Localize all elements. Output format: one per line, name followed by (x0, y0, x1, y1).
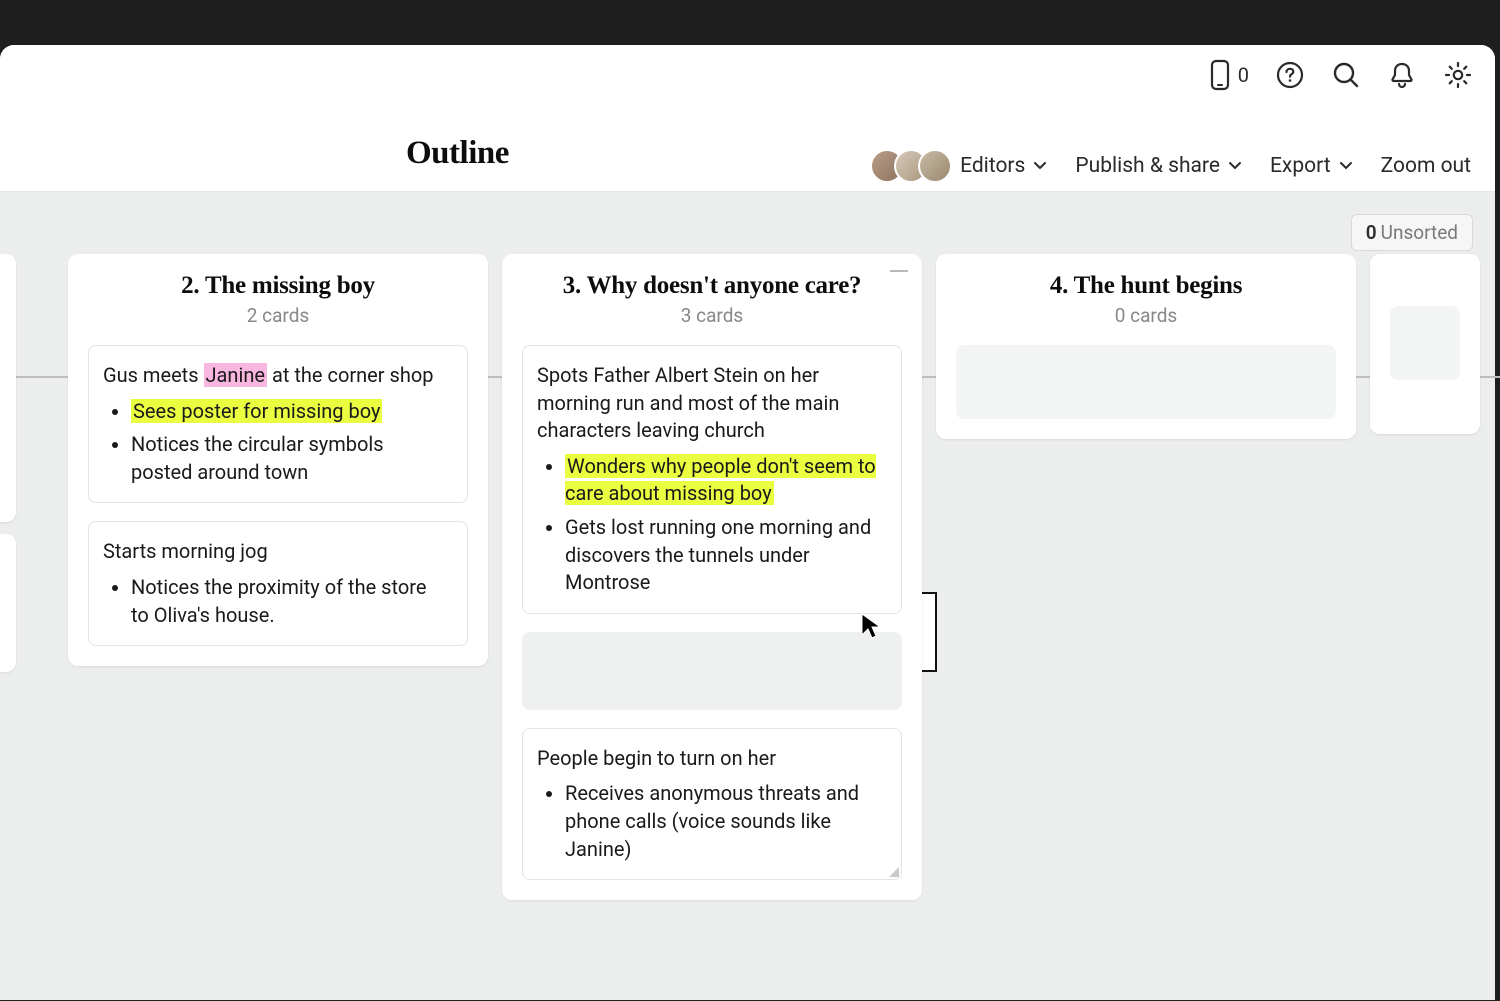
page-title: Outline (406, 135, 509, 172)
column-why-doesnt-anyone-care[interactable]: 3. Why doesn't anyone care? 3 cards Spot… (502, 254, 922, 900)
publish-label: Publish & share (1075, 154, 1220, 178)
card-bullets: Sees poster for missing boy Notices the … (103, 398, 449, 487)
card-bullets: Wonders why people don't seem to care ab… (537, 453, 883, 597)
collapse-icon[interactable] (890, 270, 908, 272)
highlight-pink: Janine (204, 363, 267, 387)
card-text: Gus meets Janine at the corner shop (103, 363, 433, 387)
column-header: 2. The missing boy 2 cards (78, 272, 478, 327)
column-title: 3. Why doesn't anyone care? (512, 272, 912, 300)
export-label: Export (1270, 154, 1331, 178)
highlight-yellow: Wonders why people don't seem to care ab… (565, 454, 876, 506)
column-partial[interactable] (0, 254, 16, 522)
help-icon[interactable] (1275, 60, 1305, 90)
card-bullets: Notices the proximity of the store to Ol… (103, 574, 449, 629)
card[interactable]: Gus meets Janine at the corner shop Sees… (88, 345, 468, 503)
export-menu[interactable]: Export (1270, 154, 1353, 178)
column-title: 4. The hunt begins (946, 272, 1346, 300)
card-bullets: Receives anonymous threats and phone cal… (537, 780, 883, 863)
bullet: Receives anonymous threats and phone cal… (565, 780, 883, 863)
column-header: 3. Why doesn't anyone care? 3 cards (512, 272, 912, 327)
column-missing-boy[interactable]: 2. The missing boy 2 cards Gus meets Jan… (68, 254, 488, 666)
column-card-count: 3 cards (512, 304, 912, 327)
column-card-count: 2 cards (78, 304, 478, 327)
bullet: Sees poster for missing boy (131, 398, 449, 426)
search-icon[interactable] (1331, 60, 1361, 90)
chevron-down-icon (1339, 161, 1353, 171)
app-window: 0 (0, 45, 1495, 1000)
gear-icon[interactable] (1443, 60, 1473, 90)
unsorted-pill[interactable]: 0Unsorted (1351, 214, 1473, 251)
unsorted-label: Unsorted (1381, 221, 1458, 244)
zoom-out-button[interactable]: Zoom out (1381, 154, 1471, 178)
canvas[interactable]: 0Unsorted 2. The missing boy 2 cards Gus… (0, 192, 1495, 1001)
bell-icon[interactable] (1387, 60, 1417, 90)
empty-card-slot[interactable] (1390, 306, 1460, 380)
publish-menu[interactable]: Publish & share (1075, 154, 1242, 178)
bullet: Notices the circular symbols posted arou… (131, 431, 449, 486)
column-partial[interactable] (1370, 254, 1480, 434)
phone-icon (1208, 59, 1232, 91)
topbar: 0 (0, 45, 1495, 192)
card[interactable]: Starts morning jog Notices the proximity… (88, 521, 468, 646)
editors-menu[interactable]: Editors (880, 149, 1047, 183)
empty-card-slot[interactable] (956, 345, 1336, 419)
card-text: Spots Father Albert Stein on her morning… (537, 363, 839, 442)
bullet: Gets lost running one morning and discov… (565, 514, 883, 597)
column-header: 4. The hunt begins 0 cards (946, 272, 1346, 327)
card-text: Starts morning jog (103, 539, 268, 563)
highlight-yellow: Sees poster for missing boy (131, 399, 382, 423)
unsorted-count: 0 (1366, 221, 1377, 244)
chevron-down-icon (1033, 161, 1047, 171)
bullet: Notices the proximity of the store to Ol… (131, 574, 449, 629)
card[interactable]: Spots Father Albert Stein on her morning… (522, 345, 902, 614)
phone-count: 0 (1238, 63, 1249, 87)
column-partial[interactable] (0, 534, 16, 672)
card[interactable]: People begin to turn on her Receives ano… (522, 728, 902, 880)
editors-label: Editors (960, 154, 1025, 178)
avatar (918, 149, 952, 183)
card-drop-placeholder (522, 632, 902, 710)
column-title: 2. The missing boy (78, 272, 478, 300)
column-card-count: 0 cards (946, 304, 1346, 327)
phone-indicator[interactable]: 0 (1208, 59, 1249, 91)
zoomout-label: Zoom out (1381, 154, 1471, 178)
column-hunt-begins[interactable]: 4. The hunt begins 0 cards (936, 254, 1356, 439)
utility-row: 0 (1208, 59, 1473, 91)
topbar-menu: Editors Publish & share Export Zoom out (880, 149, 1471, 183)
chevron-down-icon (1228, 161, 1242, 171)
bullet: Wonders why people don't seem to care ab… (565, 453, 883, 508)
editor-avatars (880, 149, 952, 183)
card-text: People begin to turn on her (537, 746, 776, 770)
